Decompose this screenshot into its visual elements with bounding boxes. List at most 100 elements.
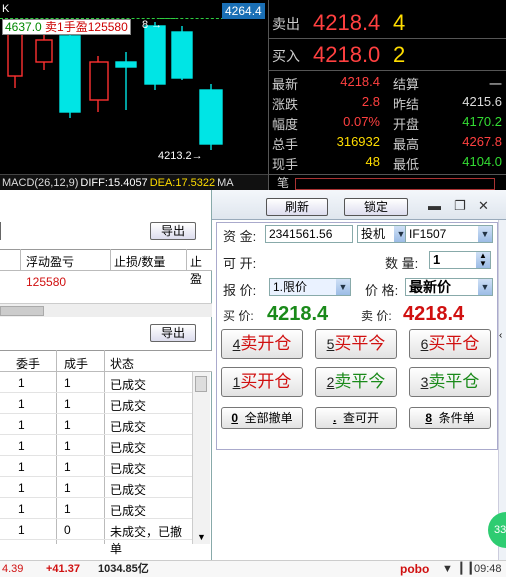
turnover: 1034.85亿 bbox=[98, 563, 149, 575]
sell-price-label: 卖 价: bbox=[361, 309, 392, 323]
index-change: +41.37 bbox=[46, 563, 80, 575]
side-handle[interactable]: ‹ bbox=[498, 220, 506, 560]
price-select[interactable]: 最新价 ▼ bbox=[405, 278, 493, 296]
restore-icon[interactable]: ❐ bbox=[454, 198, 466, 214]
range-label: 幅度 bbox=[272, 117, 299, 132]
bid-price[interactable]: 4218.0 bbox=[313, 42, 380, 68]
order-row[interactable]: 1 1 已成交 bbox=[0, 435, 192, 456]
buy-close-today-button[interactable]: 5买平今 bbox=[315, 329, 397, 359]
macd-indicator-bar[interactable]: MACD(26,12,9) DIFF:15.4057 DEA:17.5322 MA bbox=[0, 174, 268, 190]
order-panel: 刷新 锁定 ▬ ❐ ✕ 资 金: 2341561.56 投机 ▼ IF1507 ▼ … bbox=[212, 190, 506, 560]
action-label: 卖平仓 bbox=[428, 372, 480, 391]
buy-price-value: 4218.4 bbox=[267, 303, 329, 325]
ask-qty: 4 bbox=[393, 10, 406, 35]
position-price: 4637.0 bbox=[5, 20, 42, 34]
ask-price[interactable]: 4218.4 bbox=[313, 10, 380, 36]
stepper-icon[interactable]: ▲ ▼ bbox=[476, 252, 490, 268]
macd-diff: DIFF:15.4057 bbox=[80, 177, 148, 189]
price-value: 最新价 bbox=[409, 279, 451, 295]
order-status: 未成交，已撤单 bbox=[110, 525, 183, 556]
order-qty: 1 bbox=[18, 397, 25, 411]
filled-qty: 1 bbox=[64, 376, 71, 390]
kline-chart[interactable]: K 4637.0 卖1手盈125580 8 → 4264.4 4213.2→ M… bbox=[0, 0, 268, 190]
chevron-down-icon[interactable]: ▼ bbox=[478, 226, 492, 242]
contract-select[interactable]: IF1507 ▼ bbox=[405, 225, 493, 243]
order-row[interactable]: 1 0 未成交，已撤单 bbox=[0, 519, 192, 556]
order-qty: 1 bbox=[18, 439, 25, 453]
floating-pnl-value[interactable]: 125580 bbox=[26, 275, 66, 289]
chevron-down-icon[interactable]: ▼ bbox=[336, 279, 350, 295]
scroll-thumb[interactable] bbox=[0, 306, 44, 316]
tick-strip[interactable]: 笔 bbox=[269, 174, 506, 190]
filled-qty: 0 bbox=[64, 523, 71, 537]
order-row[interactable]: 1 1 已成交 bbox=[0, 414, 192, 435]
qty-value: 1 bbox=[433, 252, 441, 267]
sell-close-today-button[interactable]: 2卖平今 bbox=[315, 367, 397, 397]
export-positions-button[interactable]: 导出 bbox=[150, 222, 196, 240]
col-filled-qty[interactable]: 成手 bbox=[64, 355, 88, 372]
candle bbox=[7, 33, 23, 77]
macd-title: MACD(26,12,9) bbox=[2, 177, 79, 189]
buy-close-button[interactable]: 6买平仓 bbox=[409, 329, 491, 359]
quote-panel: 卖出 4218.4 4 买入 4218.0 2 最新 4218.4 结算 一 涨… bbox=[268, 0, 506, 190]
chevron-left-icon[interactable]: ‹ bbox=[499, 330, 502, 341]
order-qty: 1 bbox=[18, 523, 25, 537]
order-status: 已成交 bbox=[110, 378, 147, 392]
position-marker[interactable]: 4637.0 卖1手盈125580 bbox=[2, 19, 131, 35]
qty-stepper[interactable]: 1 ▲ ▼ bbox=[429, 251, 491, 269]
order-row[interactable]: 1 1 已成交 bbox=[0, 372, 192, 393]
order-row[interactable]: 1 1 已成交 bbox=[0, 393, 192, 414]
col-status[interactable]: 状态 bbox=[110, 355, 134, 372]
brand-logo: pobo bbox=[400, 562, 430, 576]
scroll-thumb[interactable] bbox=[195, 376, 207, 392]
tab-edge bbox=[0, 222, 1, 240]
low-value: 4104.0 bbox=[462, 154, 502, 169]
settle-value: 一 bbox=[488, 77, 502, 92]
col-stop-qty[interactable]: 止损/数量 bbox=[114, 253, 165, 270]
candle bbox=[199, 89, 223, 145]
settle-label: 结算 bbox=[393, 77, 420, 92]
conditional-order-button[interactable]: 8 条件单 bbox=[409, 407, 491, 429]
query-open-button[interactable]: . 查可开 bbox=[315, 407, 397, 429]
divider bbox=[110, 249, 111, 271]
chevron-down-icon[interactable]: ▼ bbox=[478, 279, 492, 295]
action-label: 条件单 bbox=[438, 411, 475, 425]
col-order-qty[interactable]: 委手 bbox=[16, 355, 40, 372]
buy-open-button[interactable]: 1买开仓 bbox=[221, 367, 303, 397]
col-take-profit[interactable]: 止盈 bbox=[190, 253, 212, 287]
cancel-all-button[interactable]: 0 全部撤单 bbox=[221, 407, 303, 429]
col-floating-pnl[interactable]: 浮动盈亏 bbox=[26, 253, 74, 270]
vertical-scrollbar[interactable]: ▼ bbox=[192, 372, 210, 544]
order-status: 已成交 bbox=[110, 462, 147, 476]
candle bbox=[35, 39, 53, 63]
lock-button[interactable]: 锁定 bbox=[344, 198, 408, 216]
open-value: 4170.2 bbox=[462, 114, 502, 129]
minimize-icon[interactable]: ▬ bbox=[428, 198, 441, 213]
refresh-button[interactable]: 刷新 bbox=[266, 198, 328, 216]
horizontal-scrollbar[interactable] bbox=[0, 303, 212, 317]
volume-value: 316932 bbox=[336, 134, 380, 149]
hotkey: 0 bbox=[231, 411, 238, 425]
order-row[interactable]: 1 1 已成交 bbox=[0, 456, 192, 477]
order-row[interactable]: 1 1 已成交 bbox=[0, 498, 192, 519]
order-row[interactable]: 1 1 已成交 bbox=[0, 477, 192, 498]
action-label: 买开仓 bbox=[240, 372, 292, 391]
hedge-select[interactable]: 投机 ▼ bbox=[357, 225, 409, 243]
action-label: 全部撤单 bbox=[244, 411, 293, 425]
high-value: 4267.8 bbox=[462, 134, 502, 149]
sell-close-button[interactable]: 3卖平仓 bbox=[409, 367, 491, 397]
price-type-select[interactable]: 1.限价 ▼ bbox=[269, 278, 351, 296]
latest-label: 最新 bbox=[272, 77, 299, 92]
export-orders-button[interactable]: 导出 bbox=[150, 324, 196, 342]
sell-open-button[interactable]: 4卖开仓 bbox=[221, 329, 303, 359]
close-icon[interactable]: ✕ bbox=[478, 198, 489, 214]
prev-settle-label: 昨结 bbox=[393, 97, 420, 112]
order-qty: 1 bbox=[18, 481, 25, 495]
change-label: 涨跌 bbox=[272, 97, 299, 112]
change-value: 2.8 bbox=[361, 94, 380, 109]
price-label: 价 格: bbox=[365, 283, 399, 298]
price-type-label: 报 价: bbox=[223, 283, 257, 298]
scroll-down-icon[interactable]: ▼ bbox=[197, 532, 206, 542]
hedge-value: 投机 bbox=[361, 227, 386, 241]
volume-label: 总手 bbox=[272, 137, 299, 152]
